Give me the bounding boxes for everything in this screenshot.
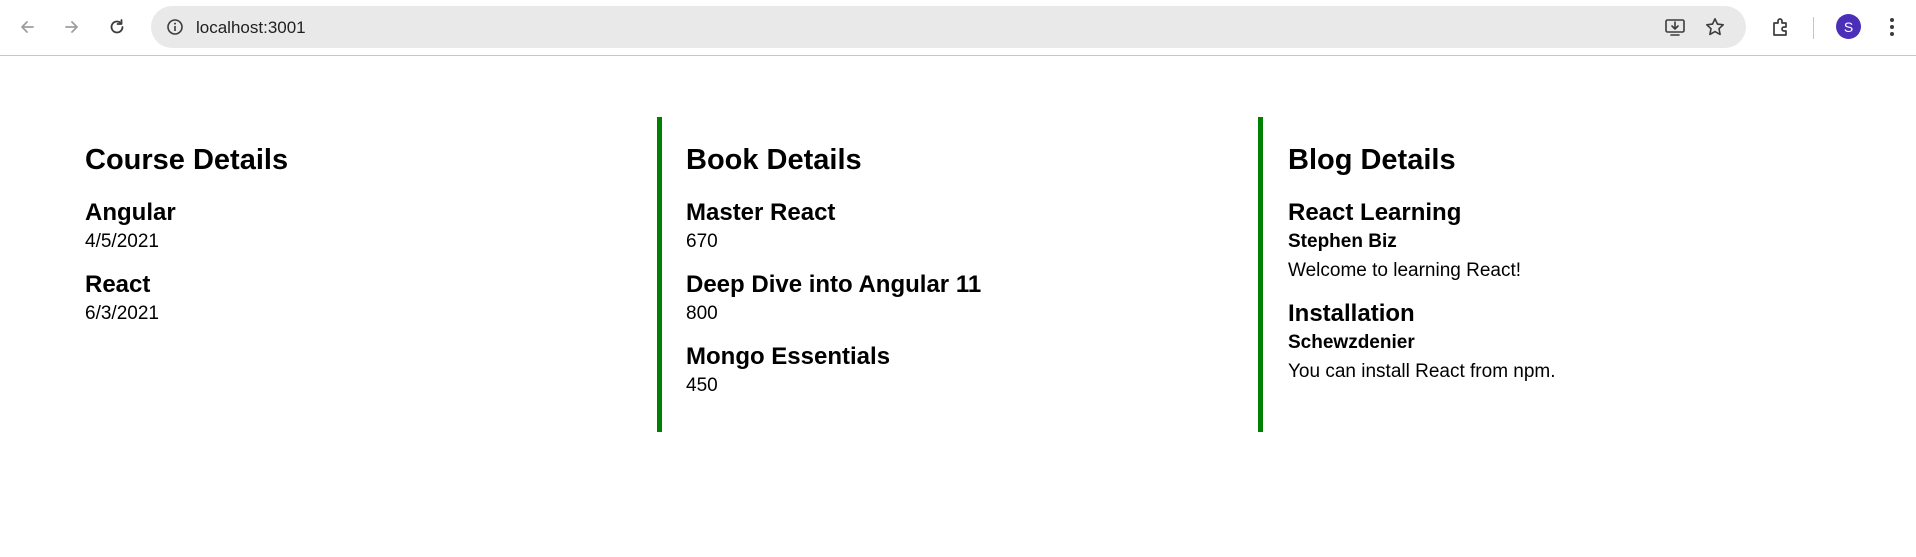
url-text[interactable]: localhost:3001 xyxy=(196,18,306,38)
course-date: 4/5/2021 xyxy=(85,231,159,252)
book-name: Mongo Essentials xyxy=(686,343,891,370)
blog-title: Installation xyxy=(1288,300,1415,327)
profile-avatar[interactable]: S xyxy=(1836,14,1861,39)
book-details-section: Book Details Master React 670 Deep Dive … xyxy=(657,117,1257,432)
course-item: Angular 4/5/2021 xyxy=(85,199,655,254)
details-container: Course Details Angular 4/5/2021 React 6/… xyxy=(0,117,1916,432)
book-price: 450 xyxy=(686,375,718,396)
extensions-button[interactable] xyxy=(1765,11,1797,43)
blog-author: Stephen Biz xyxy=(1288,231,1397,252)
blog-title: React Learning xyxy=(1288,199,1462,226)
toolbar-separator xyxy=(1813,17,1814,39)
install-app-button[interactable] xyxy=(1662,14,1688,40)
blog-details-title: Blog Details xyxy=(1288,144,1456,176)
browser-toolbar: localhost:3001 S xyxy=(0,0,1916,56)
course-date: 6/3/2021 xyxy=(85,303,159,324)
blog-item: React Learning Stephen Biz Welcome to le… xyxy=(1288,199,1878,283)
course-item: React 6/3/2021 xyxy=(85,271,655,326)
blog-content: You can install React from npm. xyxy=(1288,361,1556,382)
blog-author: Schewzdenier xyxy=(1288,332,1415,353)
kebab-menu-icon xyxy=(1890,18,1894,36)
course-name: Angular xyxy=(85,199,176,226)
bookmark-button[interactable] xyxy=(1702,14,1728,40)
blog-content: Welcome to learning React! xyxy=(1288,260,1522,281)
forward-button[interactable] xyxy=(54,9,90,45)
book-price: 800 xyxy=(686,303,718,324)
book-name: Deep Dive into Angular 11 xyxy=(686,271,982,298)
course-name: React xyxy=(85,271,151,298)
reload-button[interactable] xyxy=(99,9,135,45)
book-item: Mongo Essentials 450 xyxy=(686,343,1257,398)
back-button[interactable] xyxy=(9,9,45,45)
site-info-button[interactable] xyxy=(161,13,189,41)
star-icon xyxy=(1706,18,1724,36)
book-item: Deep Dive into Angular 11 800 xyxy=(686,271,1257,326)
book-details-title: Book Details xyxy=(686,144,862,176)
course-details-title: Course Details xyxy=(85,144,289,176)
book-item: Master React 670 xyxy=(686,199,1257,254)
arrow-left-icon xyxy=(21,21,34,33)
install-app-icon xyxy=(1665,19,1685,36)
address-bar[interactable]: localhost:3001 xyxy=(151,6,1746,48)
info-icon xyxy=(167,19,183,35)
blog-details-section: Blog Details React Learning Stephen Biz … xyxy=(1258,117,1878,432)
blog-item: Installation Schewzdenier You can instal… xyxy=(1288,300,1878,384)
book-name: Master React xyxy=(686,199,836,226)
puzzle-icon xyxy=(1773,18,1787,36)
browser-menu-button[interactable] xyxy=(1876,11,1908,43)
reload-icon xyxy=(110,19,124,34)
arrow-right-icon xyxy=(65,21,78,33)
course-details-section: Course Details Angular 4/5/2021 React 6/… xyxy=(85,117,655,432)
book-price: 670 xyxy=(686,231,718,252)
